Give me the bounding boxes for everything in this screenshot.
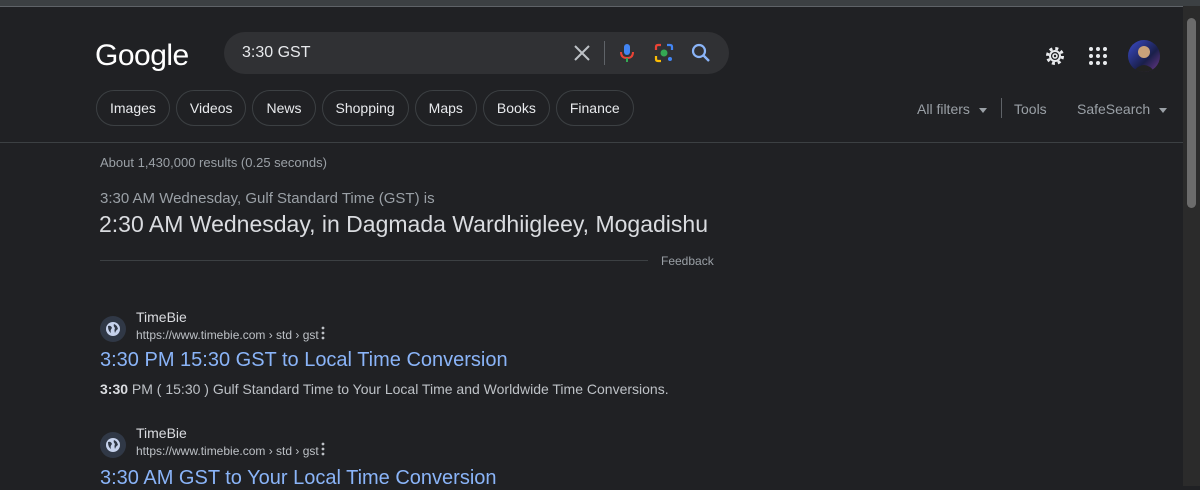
safesearch-label: SafeSearch	[1077, 101, 1151, 117]
scrollbar-thumb[interactable]	[1187, 18, 1196, 208]
search-input[interactable]: 3:30 GST	[242, 44, 310, 62]
chevron-down-icon	[978, 107, 987, 113]
more-options-icon[interactable]	[321, 442, 325, 456]
tab-shopping[interactable]: Shopping	[321, 90, 409, 126]
avatar[interactable]	[1128, 40, 1160, 72]
gear-icon[interactable]	[1043, 44, 1067, 68]
tab-maps[interactable]: Maps	[414, 90, 477, 126]
apps-grid-icon[interactable]	[1086, 44, 1110, 68]
result-site-name[interactable]: TimeBie	[136, 425, 187, 441]
result-stats: About 1,430,000 results (0.25 seconds)	[100, 155, 327, 170]
snippet-text: PM ( 15:30 ) Gulf Standard Time to Your …	[128, 381, 669, 397]
result-title-link[interactable]: 3:30 AM GST to Your Local Time Conversio…	[100, 467, 497, 490]
avatar-image	[1133, 46, 1155, 72]
lens-icon[interactable]	[652, 41, 676, 65]
result-url[interactable]: https://www.timebie.com › std › gst	[136, 328, 319, 342]
result-title-link[interactable]: 3:30 PM 15:30 GST to Local Time Conversi…	[100, 349, 508, 372]
chevron-down-icon	[1159, 107, 1168, 113]
all-filters-button[interactable]: All filters	[917, 101, 987, 117]
safesearch-button[interactable]: SafeSearch	[1077, 101, 1168, 117]
result-site-name[interactable]: TimeBie	[136, 309, 187, 325]
conversion-result-time: 2:30 AM Wednesday, in Dagmada Wardhiigle…	[99, 211, 708, 237]
microphone-icon[interactable]	[615, 41, 639, 65]
tools-button[interactable]: Tools	[1014, 101, 1047, 117]
search-tabs: Images Videos News Shopping Maps Books F…	[96, 90, 634, 126]
header-divider	[0, 142, 1183, 143]
scrollbar[interactable]	[1183, 6, 1200, 486]
answer-divider	[100, 260, 648, 261]
tab-books[interactable]: Books	[482, 90, 550, 126]
browser-top-strip	[0, 0, 1200, 7]
filters-divider	[1001, 98, 1002, 118]
all-filters-label: All filters	[917, 101, 970, 117]
globe-icon	[106, 438, 120, 452]
clear-icon[interactable]	[570, 41, 594, 65]
more-options-icon[interactable]	[321, 326, 325, 340]
google-logo[interactable]: Google	[95, 39, 189, 73]
result-url[interactable]: https://www.timebie.com › std › gst	[136, 444, 319, 458]
conversion-source-time: 3:30 AM Wednesday, Gulf Standard Time (G…	[100, 190, 435, 207]
search-box[interactable]: 3:30 GST	[224, 32, 729, 74]
feedback-link[interactable]: Feedback	[661, 254, 714, 268]
search-icon[interactable]	[689, 41, 713, 65]
tab-videos[interactable]: Videos	[175, 90, 247, 126]
snippet-highlight: 3:30	[100, 381, 129, 397]
site-favicon[interactable]	[100, 316, 126, 342]
tab-finance[interactable]: Finance	[555, 90, 634, 126]
search-divider	[604, 41, 605, 65]
result-snippet: 3:30 PM ( 15:30 ) Gulf Standard Time to …	[100, 381, 669, 397]
tab-images[interactable]: Images	[96, 90, 170, 126]
globe-icon	[106, 322, 120, 336]
site-favicon[interactable]	[100, 432, 126, 458]
tab-news[interactable]: News	[252, 90, 316, 126]
